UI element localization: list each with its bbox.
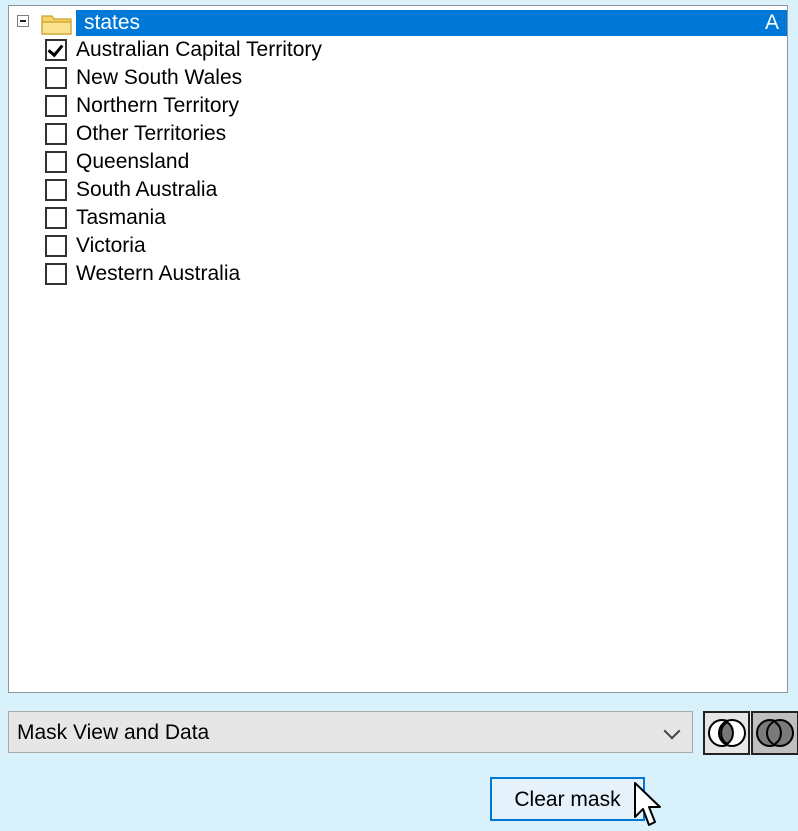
venn-overlap-icon [707,719,746,747]
root-node-selection[interactable]: states A [76,10,787,36]
clear-mask-label: Clear mask [514,788,621,811]
venn-overlap-button[interactable] [703,711,750,755]
tree-item-checkbox[interactable] [45,39,67,61]
tree-item[interactable]: Western Australia [9,260,787,288]
chevron-down-icon [663,722,681,740]
tree-item-list: Australian Capital Territory New South Wa… [9,36,787,288]
sort-indicator: A [764,11,779,34]
tree-item-label: Northern Territory [76,94,239,117]
tree-item-checkbox[interactable] [45,95,67,117]
folder-icon [41,15,72,35]
clear-mask-button[interactable]: Clear mask [490,777,645,821]
mask-mode-selected: Mask View and Data [17,721,210,744]
tree-item-label: Other Territories [76,122,227,145]
tree-item-label: Western Australia [76,262,241,285]
mouse-pointer-icon [634,782,661,826]
collapse-icon[interactable] [17,15,29,27]
root-node-label: states [84,11,141,34]
tree-item-checkbox[interactable] [45,151,67,173]
tree-item-checkbox[interactable] [45,263,67,285]
tree-item[interactable]: Victoria [9,232,787,260]
tree-item[interactable]: New South Wales [9,64,787,92]
tree-item-checkbox[interactable] [45,123,67,145]
tree-item-checkbox[interactable] [45,179,67,201]
tree-item[interactable]: South Australia [9,176,787,204]
venn-union-icon [756,719,794,747]
venn-union-button[interactable] [751,711,798,755]
mask-mode-dropdown[interactable]: Mask View and Data [8,711,693,753]
tree-item-checkbox[interactable] [45,67,67,89]
tree-item[interactable]: Other Territories [9,120,787,148]
tree-item-checkbox[interactable] [45,207,67,229]
tree-root-node[interactable]: states A [9,6,787,36]
tree-item-label: Victoria [76,234,146,257]
tree-item-label: Tasmania [76,206,166,229]
tree-item-checkbox[interactable] [45,235,67,257]
tree-item-label: Australian Capital Territory [76,38,322,61]
tree-item[interactable]: Australian Capital Territory [9,36,787,64]
tree-item-label: South Australia [76,178,218,201]
tree-item[interactable]: Northern Territory [9,92,787,120]
tree-view[interactable]: states A Australian Capital Territory New… [8,5,788,693]
tree-item[interactable]: Queensland [9,148,787,176]
tree-item-label: New South Wales [76,66,243,89]
tree-item[interactable]: Tasmania [9,204,787,232]
tree-item-label: Queensland [76,150,190,173]
